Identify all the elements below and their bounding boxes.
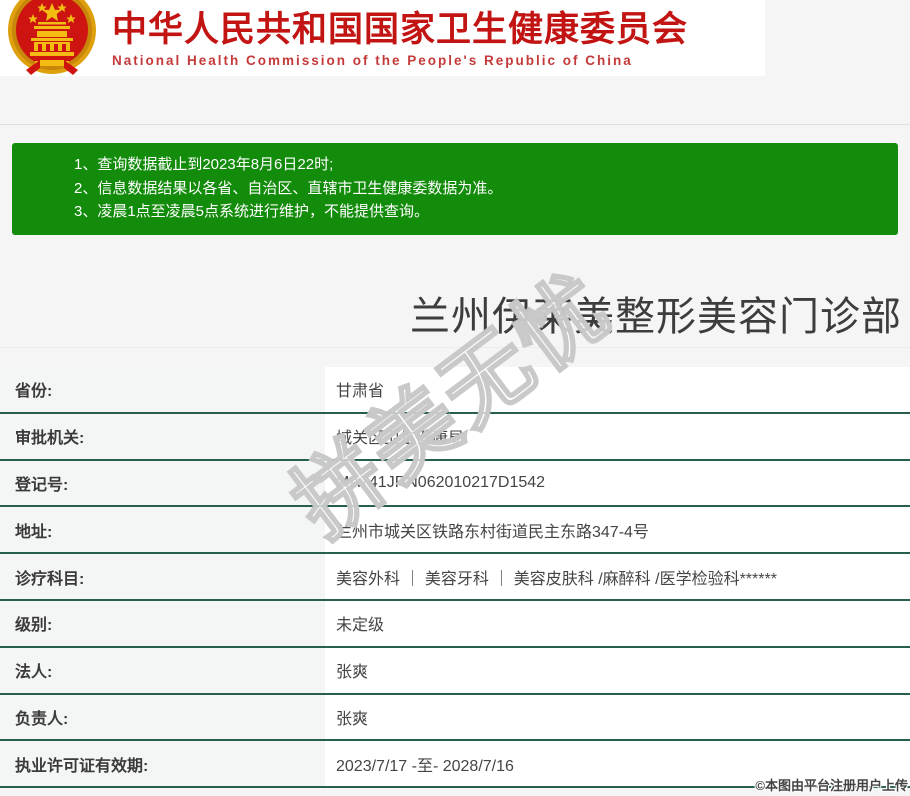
notice-item-1: 1、查询数据截止到2023年8月6日22时; — [74, 156, 334, 173]
notice-item-2: 2、信息数据结果以各省、自治区、直辖市卫生健康委数据为准。 — [74, 179, 503, 197]
table-row-approval-authority: 审批机关: 城关区卫生健康局 — [0, 413, 910, 461]
institution-detail-table: 省份: 甘肃省 审批机关: 城关区卫生健康局 登记号: MA741JRN0620… — [0, 367, 910, 789]
title-divider — [0, 347, 910, 348]
table-row-person-in-charge: 负责人: 张爽 — [0, 694, 910, 742]
row-value: MA741JRN062010217D1542 — [325, 460, 910, 506]
table-row-registration-number: 登记号: MA741JRN062010217D1542 — [0, 460, 910, 508]
table-row-legal-person: 法人: 张爽 — [0, 647, 910, 695]
institution-name-title: 兰州伊莱美整形美容门诊部 — [410, 295, 902, 339]
table-row-province: 省份: 甘肃省 — [0, 367, 910, 414]
row-label: 诊疗科目: — [0, 554, 325, 599]
row-label: 登记号: — [0, 460, 325, 506]
row-value: 兰州市城关区铁路东村街道民主东路347-4号 — [325, 507, 910, 553]
row-label: 审批机关: — [0, 413, 325, 459]
row-value: 张爽 — [325, 694, 910, 740]
table-row-address: 地址: 兰州市城关区铁路东村街道民主东路347-4号 — [0, 507, 910, 555]
table-row-level: 级别: 未定级 — [0, 600, 910, 648]
header-divider — [0, 124, 910, 125]
row-label: 法人: — [0, 647, 325, 693]
row-label: 执业许可证有效期: — [0, 741, 325, 787]
site-title-english: National Health Commission of the People… — [112, 52, 633, 68]
table-row-medical-subjects: 诊疗科目: 美容外科 ｜ 美容牙科 ｜ 美容皮肤科 /麻醉科 /医学检验科***… — [0, 554, 910, 601]
row-label: 负责人: — [0, 694, 325, 740]
row-label: 级别: — [0, 600, 325, 646]
row-value: 城关区卫生健康局 — [325, 413, 910, 459]
notice-box: 1、查询数据截止到2023年8月6日22时; 2、信息数据结果以各省、自治区、直… — [12, 143, 898, 235]
row-value: 美容外科 ｜ 美容牙科 ｜ 美容皮肤科 /麻醉科 /医学检验科****** — [325, 554, 910, 599]
row-label: 地址: — [0, 507, 325, 553]
china-national-emblem-icon — [0, 0, 106, 76]
row-value: 张爽 — [325, 647, 910, 693]
row-value: 未定级 — [325, 600, 910, 646]
footer-upload-watermark: ©本图由平台注册用户上传 — [755, 778, 908, 793]
notice-item-3: 3、凌晨1点至凌晨5点系统进行维护，不能提供查询。 — [74, 203, 430, 220]
row-label: 省份: — [0, 367, 325, 412]
site-header: 中华人民共和国国家卫生健康委员会 National Health Commiss… — [0, 0, 765, 76]
row-value: 甘肃省 — [325, 367, 910, 412]
site-title-chinese: 中华人民共和国国家卫生健康委员会 — [112, 10, 689, 49]
